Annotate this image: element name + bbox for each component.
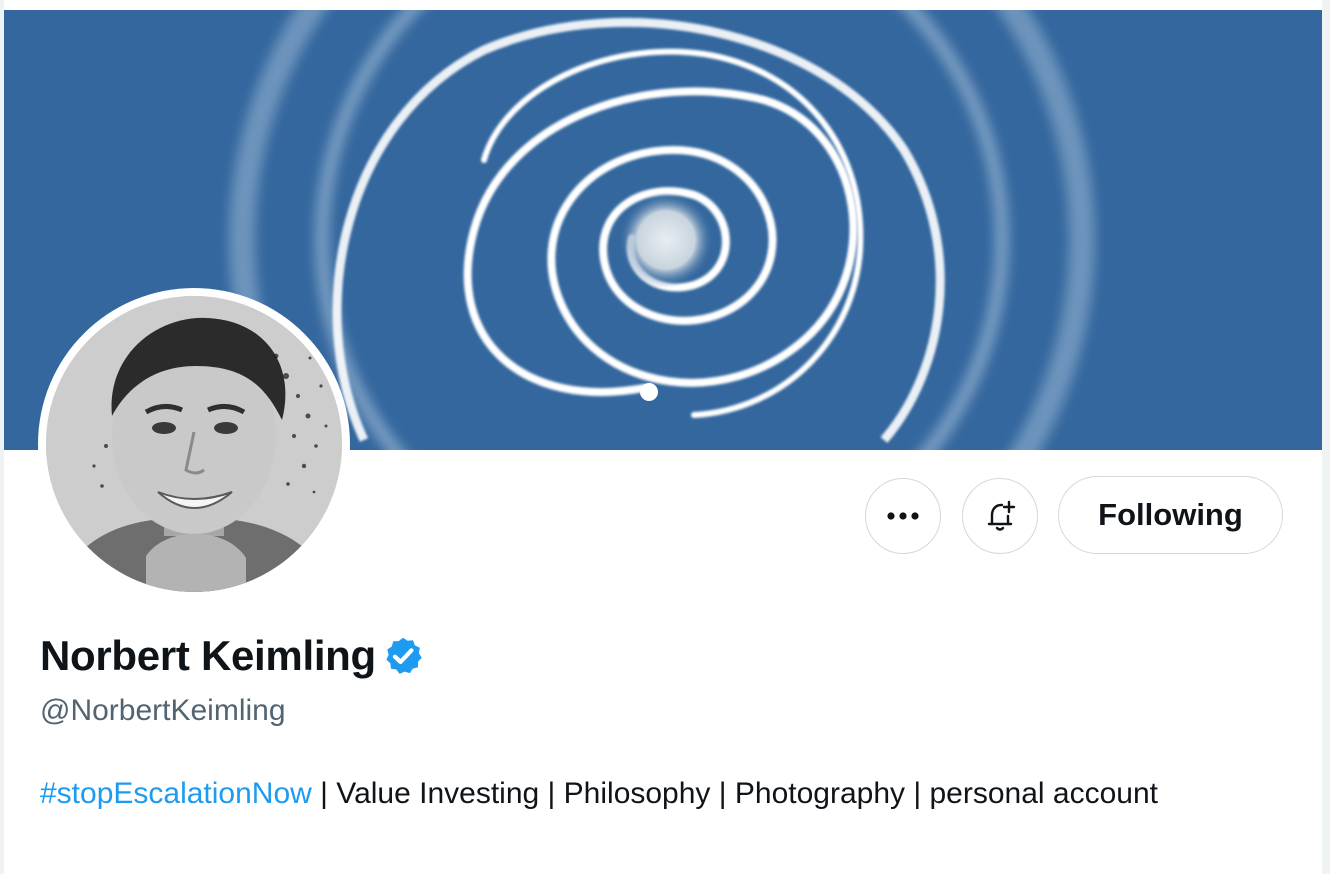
more-horizontal-icon: [887, 512, 919, 520]
avatar-photo: [46, 296, 342, 592]
profile-avatar[interactable]: [38, 288, 350, 600]
profile-header: Following Norbert Keimling @NorbertKeiml…: [0, 0, 1330, 874]
following-button[interactable]: Following: [1058, 476, 1283, 554]
bio-text: | Value Investing | Philosophy | Photogr…: [311, 777, 1158, 810]
name-row: Norbert Keimling: [40, 632, 424, 680]
display-name: Norbert Keimling: [40, 632, 376, 679]
bell-plus-icon: [987, 500, 1016, 531]
verified-badge-icon[interactable]: [382, 635, 424, 677]
more-options-button[interactable]: [865, 478, 941, 554]
right-border: [1322, 0, 1330, 874]
notifications-button[interactable]: [962, 478, 1038, 554]
bio-hashtag-link[interactable]: #stopEscalationNow: [40, 777, 312, 810]
profile-bio: #stopEscalationNow | Value Investing | P…: [40, 772, 1220, 816]
profile-handle: @NorbertKeimling: [40, 694, 286, 727]
